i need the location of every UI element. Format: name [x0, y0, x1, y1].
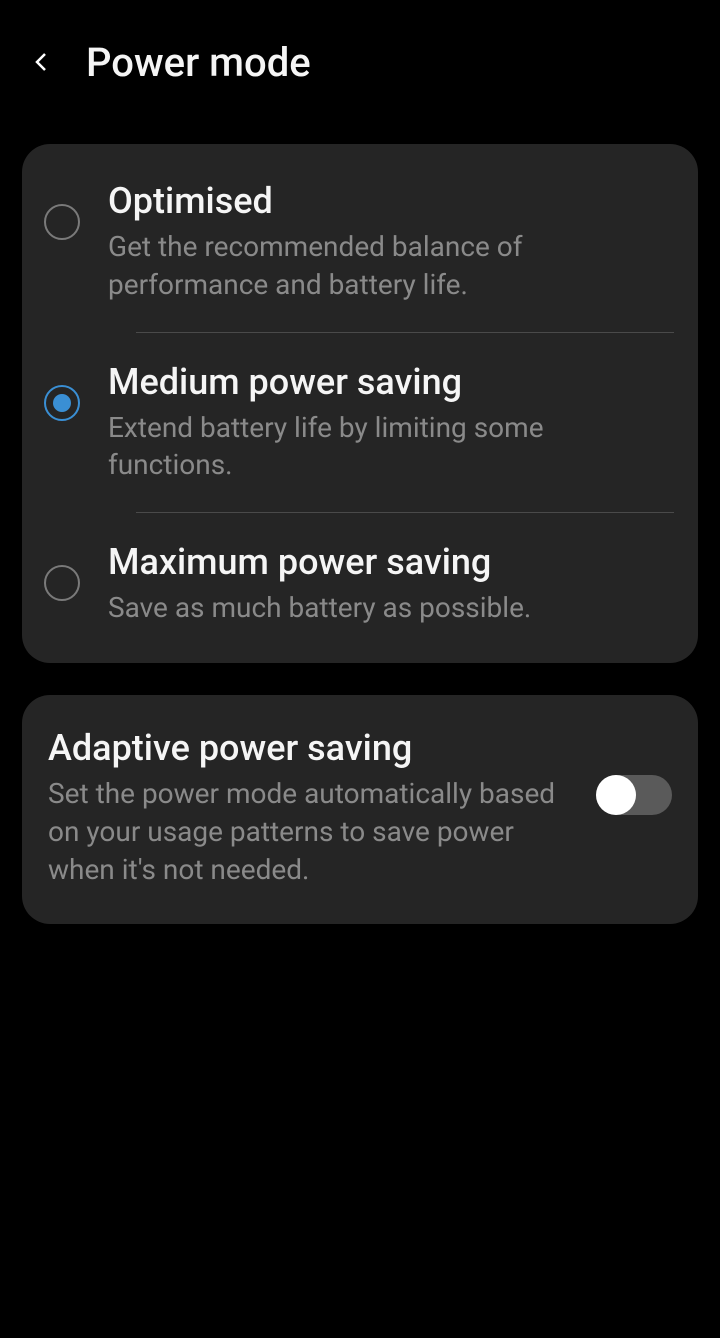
adaptive-power-saving-card: Adaptive power saving Set the power mode…	[22, 695, 698, 924]
adaptive-title: Adaptive power saving	[48, 727, 576, 769]
option-optimised[interactable]: Optimised Get the recommended balance of…	[22, 144, 698, 332]
radio-indicator	[44, 204, 80, 240]
radio-indicator	[44, 565, 80, 601]
option-description: Extend battery life by limiting some fun…	[108, 409, 674, 485]
header: Power mode	[0, 0, 720, 106]
option-description: Save as much battery as possible.	[108, 589, 674, 627]
radio-indicator	[44, 385, 80, 421]
option-medium-power-saving[interactable]: Medium power saving Extend battery life …	[22, 333, 698, 513]
adaptive-description: Set the power mode automatically based o…	[48, 775, 576, 888]
option-content: Optimised Get the recommended balance of…	[108, 180, 698, 304]
option-title: Optimised	[108, 180, 674, 222]
option-title: Medium power saving	[108, 361, 674, 403]
page-title: Power mode	[86, 39, 311, 86]
power-mode-options-card: Optimised Get the recommended balance of…	[22, 144, 698, 663]
option-content: Maximum power saving Save as much batter…	[108, 541, 698, 627]
back-icon	[30, 50, 54, 74]
back-button[interactable]	[18, 38, 66, 86]
option-description: Get the recommended balance of performan…	[108, 228, 674, 304]
option-maximum-power-saving[interactable]: Maximum power saving Save as much batter…	[22, 513, 698, 663]
option-content: Medium power saving Extend battery life …	[108, 361, 698, 485]
adaptive-power-saving-item[interactable]: Adaptive power saving Set the power mode…	[22, 695, 698, 924]
adaptive-toggle[interactable]	[596, 775, 672, 815]
toggle-knob	[596, 775, 636, 815]
option-title: Maximum power saving	[108, 541, 674, 583]
adaptive-content: Adaptive power saving Set the power mode…	[48, 727, 596, 888]
